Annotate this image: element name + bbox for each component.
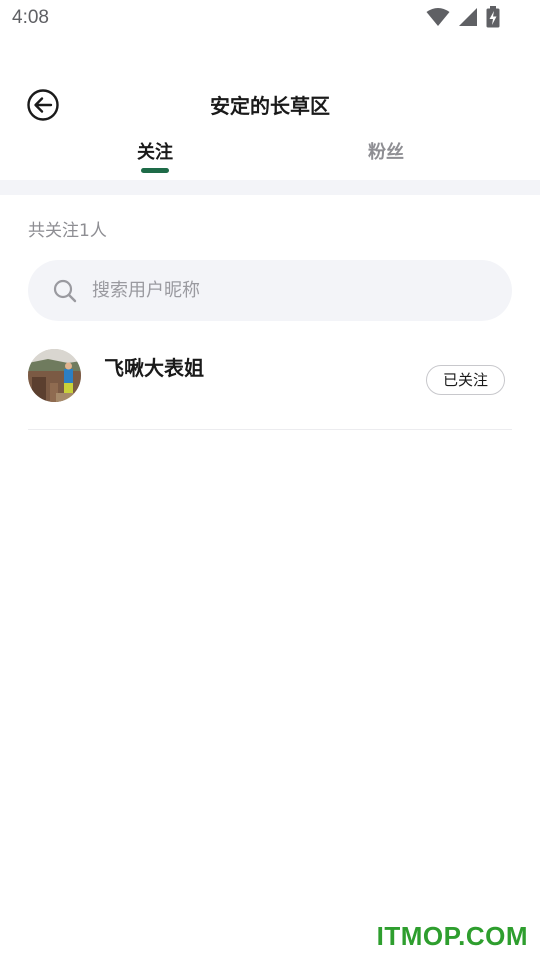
tab-fans[interactable]: 粉丝 (326, 138, 446, 164)
status-time: 4:08 (12, 7, 49, 28)
page-title: 安定的长草区 (210, 94, 330, 118)
header: 安定的长草区 (0, 80, 540, 128)
user-name: 飞啾大表姐 (104, 356, 204, 380)
unfollow-button[interactable]: 已关注 (426, 365, 505, 395)
avatar-photo (28, 349, 81, 402)
cellular-signal-icon (459, 8, 477, 26)
following-count: 共关注1人 (28, 221, 107, 241)
section-divider (0, 180, 540, 195)
watermark: ITMOP.COM (376, 921, 528, 951)
tab-bar: 关注 粉丝 (0, 138, 540, 180)
search-input[interactable] (92, 260, 492, 321)
tab-following[interactable]: 关注 (95, 138, 215, 164)
wifi-icon (426, 8, 450, 26)
user-list-item[interactable]: 飞啾大表姐 已关注 (28, 340, 512, 430)
battery-charging-icon (486, 6, 500, 28)
status-icons (426, 6, 500, 28)
search-bar[interactable] (28, 260, 512, 321)
search-icon (53, 279, 77, 303)
status-bar: 4:08 (0, 0, 540, 38)
avatar[interactable] (28, 349, 81, 402)
active-tab-indicator (141, 168, 169, 173)
